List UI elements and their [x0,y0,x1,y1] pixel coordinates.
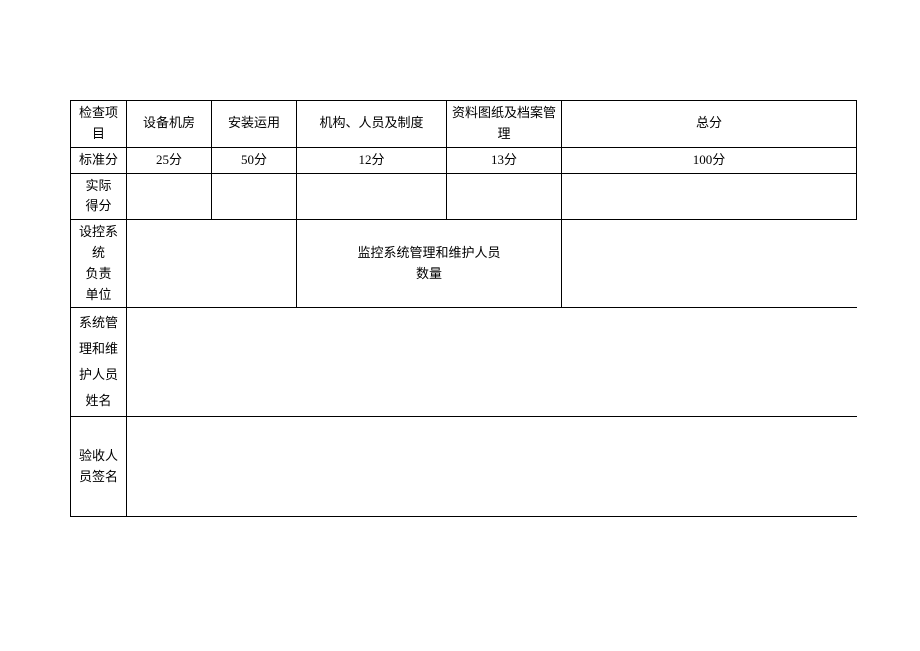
table-row: 设控系统 负责 单位 监控系统管理和维护人员 数量 [71,220,857,308]
header-check-item: 检查项目 [71,101,127,148]
table-row: 系统管 理和维 护人员 姓名 [71,308,857,417]
value-personnel-count [562,220,857,308]
table-row: 实际 得分 [71,173,857,220]
actual-install-use [212,173,297,220]
table-row: 标准分 25分 50分 12分 13分 100分 [71,147,857,173]
label-responsible-unit: 设控系统 负责 单位 [71,220,127,308]
header-total: 总分 [562,101,857,148]
header-install-use: 安装运用 [212,101,297,148]
actual-docs-archive [447,173,562,220]
label-actual-score: 实际 得分 [71,173,127,220]
label-personnel-count: 监控系统管理和维护人员 数量 [297,220,562,308]
actual-equipment-room [127,173,212,220]
score-install-use: 50分 [212,147,297,173]
table-row: 验收人 员签名 [71,417,857,517]
header-equipment-room: 设备机房 [127,101,212,148]
score-equipment-room: 25分 [127,147,212,173]
actual-total [562,173,857,220]
value-inspector-sign [127,417,857,517]
table-row: 检查项目 设备机房 安装运用 机构、人员及制度 资料图纸及档案管 理 总分 [71,101,857,148]
label-standard-score: 标准分 [71,147,127,173]
value-personnel-names [127,308,857,417]
actual-org-personnel [297,173,447,220]
inspection-table: 检查项目 设备机房 安装运用 机构、人员及制度 资料图纸及档案管 理 总分 标准… [70,100,857,517]
header-docs-archive: 资料图纸及档案管 理 [447,101,562,148]
value-responsible-unit [127,220,297,308]
header-org-personnel: 机构、人员及制度 [297,101,447,148]
label-inspector-sign: 验收人 员签名 [71,417,127,517]
label-personnel-names: 系统管 理和维 护人员 姓名 [71,308,127,417]
score-total: 100分 [562,147,857,173]
score-docs-archive: 13分 [447,147,562,173]
score-org-personnel: 12分 [297,147,447,173]
table-container: 检查项目 设备机房 安装运用 机构、人员及制度 资料图纸及档案管 理 总分 标准… [70,100,857,517]
